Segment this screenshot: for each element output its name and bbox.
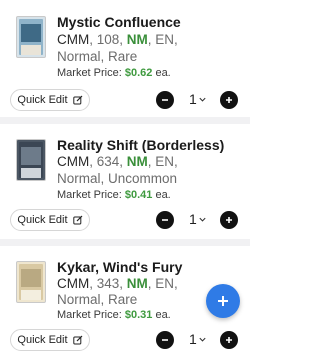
card-thumbnail[interactable] — [16, 261, 46, 303]
card-details-line2: Normal, Uncommon — [57, 171, 178, 186]
plus-icon — [226, 337, 232, 343]
decrease-quantity-button[interactable] — [156, 211, 174, 229]
quick-edit-button[interactable]: Quick Edit — [10, 329, 90, 351]
market-price: Market Price: $0.31 ea. — [57, 309, 171, 321]
add-fab-button[interactable] — [206, 284, 240, 318]
card-details-line1: CMM, 634, NM, EN, — [57, 154, 178, 169]
card-name[interactable]: Kykar, Wind's Fury — [57, 259, 182, 275]
card-thumbnail[interactable] — [16, 139, 46, 181]
card-details-line1: CMM, 108, NM, EN, — [57, 32, 178, 47]
card-language: , EN, — [147, 32, 178, 47]
plus-icon — [226, 217, 232, 223]
card-language: , EN, — [147, 154, 178, 169]
quick-edit-label: Quick Edit — [17, 334, 68, 346]
card-details-line1: CMM, 343, NM, EN, — [57, 276, 178, 291]
pencil-square-icon — [72, 215, 82, 225]
decrease-quantity-button[interactable] — [156, 91, 174, 109]
card-set: CMM — [57, 276, 90, 291]
increase-quantity-button[interactable] — [220, 91, 238, 109]
card-condition: NM — [126, 276, 148, 291]
card-language: , EN, — [147, 276, 178, 291]
pencil-square-icon — [72, 95, 82, 105]
chevron-down-icon — [199, 97, 206, 102]
quantity-select[interactable]: 1 — [189, 211, 207, 227]
market-price-value: $0.31 — [124, 309, 153, 321]
minus-icon — [162, 99, 168, 101]
quantity-value: 1 — [189, 331, 197, 347]
card-set: CMM — [57, 32, 90, 47]
market-price-label: Market Price: — [57, 67, 125, 79]
market-price-label: Market Price: — [57, 189, 125, 201]
card-name[interactable]: Mystic Confluence — [57, 14, 181, 30]
card-name[interactable]: Reality Shift (Borderless) — [57, 137, 224, 153]
card-number: , 343, — [89, 276, 127, 291]
quantity-value: 1 — [189, 211, 197, 227]
card-set: CMM — [57, 154, 90, 169]
quick-edit-label: Quick Edit — [17, 214, 68, 226]
quantity-select[interactable]: 1 — [189, 91, 207, 107]
minus-icon — [162, 339, 168, 341]
increase-quantity-button[interactable] — [220, 211, 238, 229]
item-divider — [0, 239, 250, 246]
card-details-line2: Normal, Rare — [57, 292, 138, 307]
card-condition: NM — [126, 154, 148, 169]
chevron-down-icon — [199, 217, 206, 222]
card-number: , 108, — [89, 32, 127, 47]
market-price-label: Market Price: — [57, 309, 125, 321]
market-price-unit: ea. — [152, 189, 171, 201]
decrease-quantity-button[interactable] — [156, 331, 174, 349]
card-condition: NM — [126, 32, 148, 47]
minus-icon — [162, 219, 168, 221]
chevron-down-icon — [199, 337, 206, 342]
market-price: Market Price: $0.62 ea. — [57, 67, 171, 79]
quantity-select[interactable]: 1 — [189, 331, 207, 347]
increase-quantity-button[interactable] — [220, 331, 238, 349]
market-price-unit: ea. — [152, 67, 171, 79]
card-thumbnail[interactable] — [16, 16, 46, 58]
pencil-square-icon — [72, 335, 82, 345]
market-price-value: $0.41 — [124, 189, 153, 201]
plus-icon — [226, 97, 232, 103]
add-fab-icon — [218, 296, 228, 306]
card-details-line2: Normal, Rare — [57, 49, 138, 64]
quick-edit-button[interactable]: Quick Edit — [10, 89, 90, 111]
card-number: , 634, — [89, 154, 127, 169]
market-price: Market Price: $0.41 ea. — [57, 189, 171, 201]
market-price-value: $0.62 — [124, 67, 153, 79]
market-price-unit: ea. — [152, 309, 171, 321]
quick-edit-button[interactable]: Quick Edit — [10, 209, 90, 231]
quantity-value: 1 — [189, 91, 197, 107]
quick-edit-label: Quick Edit — [17, 94, 68, 106]
item-divider — [0, 117, 250, 124]
